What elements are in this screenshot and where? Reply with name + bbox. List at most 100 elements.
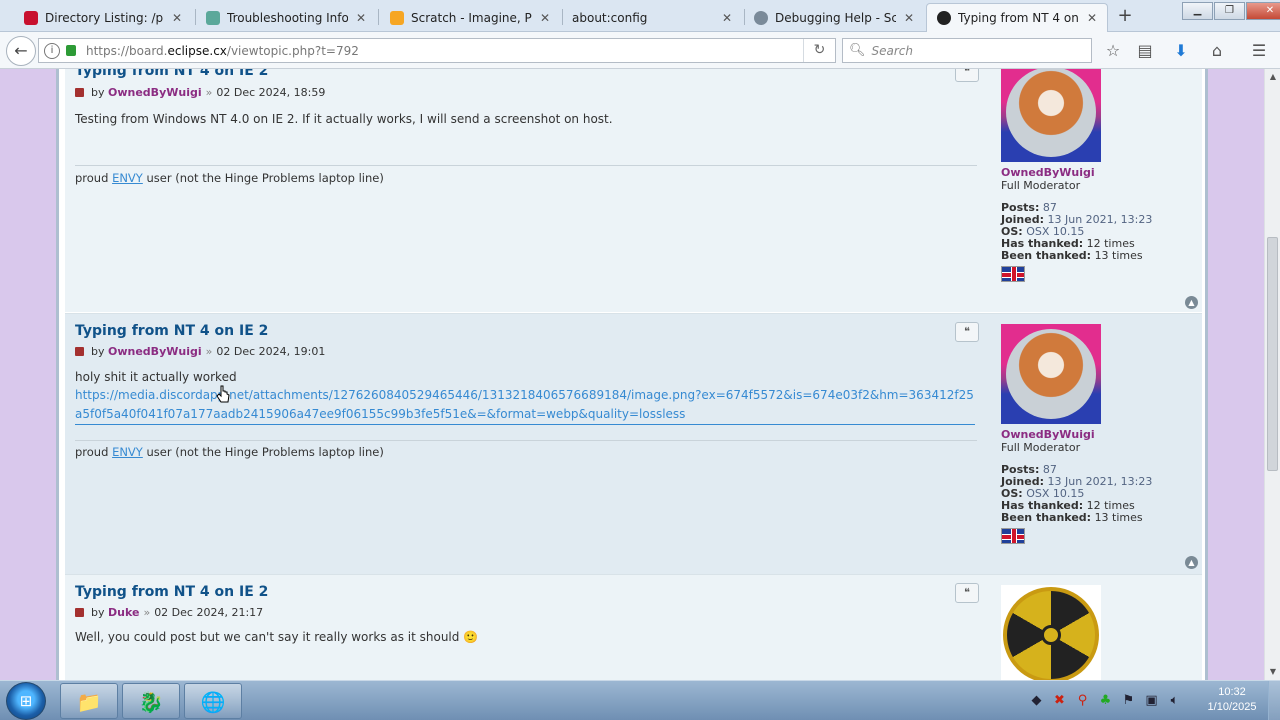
profile-rank: Full Moderator [1001,441,1081,454]
post-author-link[interactable]: Duke [108,606,139,619]
tray-search-icon[interactable]: ⚲ [1074,692,1091,709]
minimize-button[interactable]: ▁ [1182,2,1213,20]
tab-label: Debugging Help - Scra [775,10,896,25]
back-button[interactable]: ← [6,36,36,66]
taskbar: ⊞ 📁 🐉 🌐 ◆ ✖ ⚲ ♣ ⚑ ▣ 🔈︎ 10:32 1/10/2025 [0,680,1280,720]
scroll-down-icon[interactable]: ▼ [1265,664,1280,680]
profile-rank: Full Moderator [1001,179,1081,192]
tab-debugging-help[interactable]: Debugging Help - Scra ✕ [744,3,924,32]
post-date: 02 Dec 2024, 19:01 [216,345,326,358]
post-date: 02 Dec 2024, 18:59 [216,86,326,99]
tab-label: Troubleshooting Infor [227,10,348,25]
bookmark-star-icon[interactable]: ☆ [1102,40,1124,62]
avatar[interactable] [1001,324,1101,424]
tab-close-icon[interactable]: ✕ [1085,11,1099,25]
tab-troubleshooting[interactable]: Troubleshooting Infor ✕ [196,3,376,32]
tab-directory-listing[interactable]: Directory Listing: /pub ✕ [14,3,192,32]
restore-button[interactable]: ❐ [1214,2,1245,20]
profile-username[interactable]: OwnedByWuigi [1001,428,1201,441]
info-icon[interactable]: i [44,42,60,59]
file-explorer-taskbar-icon[interactable]: 📁 [60,683,118,719]
taskbar-clock[interactable]: 10:32 1/10/2025 [1200,685,1264,715]
tab-favicon-icon [754,10,768,25]
back-to-top-icon[interactable]: ▲ [1185,296,1198,309]
tray-close-icon[interactable]: ✖ [1051,692,1068,709]
envy-link[interactable]: ENVY [112,171,143,185]
post-author-link[interactable]: OwnedByWuigi [108,345,202,358]
avatar[interactable] [1001,585,1101,680]
home-icon[interactable]: ⌂ [1206,40,1228,62]
post: Typing from NT 4 on IE 2 ❝ by OwnedByWui… [65,313,1202,574]
post-profile: OwnedByWuigi Full Moderator Posts: 87 Jo… [1001,324,1201,544]
menu-icon[interactable]: ☰ [1248,40,1270,62]
profile-stats: Posts: 87 Joined: 13 Jun 2021, 13:23 OS:… [1001,201,1153,262]
post-title[interactable]: Typing from NT 4 on IE 2 [75,584,268,600]
close-window-button[interactable]: ✕ [1246,2,1280,20]
tab-strip: Directory Listing: /pub ✕ Troubleshootin… [0,0,1280,32]
url-text: https://board.eclipse.cx/viewtopic.php?t… [86,43,359,58]
navigation-bar: ← i https://board.eclipse.cx/viewtopic.p… [0,32,1280,69]
window-controls: ▁ ❐ ✕ [1182,2,1280,20]
tab-close-icon[interactable]: ✕ [538,11,552,25]
page-scrollbar[interactable]: ▲ ▼ [1264,69,1280,680]
post-author-link[interactable]: OwnedByWuigi [108,86,202,99]
tray-leaf-icon[interactable]: ♣ [1097,692,1114,709]
tab-favicon-icon [937,11,951,25]
signature-divider [75,165,977,166]
post-body: holy shit it actually worked [75,370,237,384]
clock-date: 1/10/2025 [1207,701,1257,713]
back-to-top-icon[interactable]: ▲ [1185,556,1198,569]
quote-button[interactable]: ❝ [955,583,979,603]
post-meta: by OwnedByWuigi » 02 Dec 2024, 18:59 [75,86,325,99]
new-tab-button[interactable]: + [1116,6,1134,26]
post-meta: by OwnedByWuigi » 02 Dec 2024, 19:01 [75,345,325,358]
firefox-taskbar-icon[interactable]: 🌐 [184,683,242,719]
post-title[interactable]: Typing from NT 4 on IE 2 [75,323,268,339]
tab-favicon-icon [390,10,404,25]
tab-typing-from-nt4[interactable]: Typing from NT 4 on I ✕ [926,3,1108,32]
smiley-emoji-icon: 🙂 [463,630,479,644]
tray-flag-icon[interactable]: ⚑ [1120,692,1137,709]
post: Typing from NT 4 on IE 2 ❝ by OwnedByWui… [65,69,1202,312]
post-signature: proud ENVY user (not the Hinge Problems … [75,445,384,459]
post-body: Testing from Windows NT 4.0 on IE 2. If … [75,112,613,126]
address-bar[interactable]: i https://board.eclipse.cx/viewtopic.php… [38,38,836,63]
quote-button[interactable]: ❝ [955,69,979,82]
start-button[interactable]: ⊞ [6,682,46,720]
downloads-icon[interactable]: ⬇ [1170,40,1192,62]
profile-username[interactable]: OwnedByWuigi [1001,166,1201,179]
tray-app-icon[interactable]: ◆ [1028,692,1045,709]
post-title[interactable]: Typing from NT 4 on IE 2 [75,69,268,79]
post-icon [75,347,84,356]
reading-list-icon[interactable]: ▤ [1134,40,1156,62]
scroll-up-icon[interactable]: ▲ [1265,69,1280,85]
tray-network-icon[interactable]: ▣ [1143,692,1160,709]
search-input[interactable]: 🔍︎ Search [842,38,1092,63]
lock-icon[interactable] [66,45,76,56]
scrollbar-thumb[interactable] [1267,237,1278,471]
search-icon: 🔍︎ [849,43,866,58]
system-tray: ◆ ✖ ⚲ ♣ ⚑ ▣ 🔈︎ [1028,692,1183,709]
tab-about-config[interactable]: about:config ✕ [562,3,742,32]
post-profile: OwnedByWuigi Full Moderator Posts: 87 Jo… [1001,69,1201,282]
profile-stats: Posts: 87 Joined: 13 Jun 2021, 13:23 OS:… [1001,463,1153,524]
avatar[interactable] [1001,69,1101,162]
post-image-link[interactable]: https://media.discordapp.net/attachments… [75,386,975,425]
tray-volume-icon[interactable]: 🔈︎ [1166,692,1183,709]
tab-close-icon[interactable]: ✕ [354,11,368,25]
app-taskbar-icon[interactable]: 🐉 [122,683,180,719]
envy-link[interactable]: ENVY [112,445,143,459]
post-date: 02 Dec 2024, 21:17 [154,606,264,619]
quote-button[interactable]: ❝ [955,322,979,342]
post-meta: by Duke » 02 Dec 2024, 21:17 [75,606,263,619]
tab-separator [378,9,379,25]
reload-icon[interactable]: ↻ [803,39,835,62]
show-desktop-button[interactable] [1268,681,1280,720]
search-placeholder: Search [871,43,914,58]
tab-scratch[interactable]: Scratch - Imagine, Pro ✕ [380,3,560,32]
tab-close-icon[interactable]: ✕ [170,11,184,25]
tab-label: Directory Listing: /pub [45,10,164,25]
tab-close-icon[interactable]: ✕ [720,11,734,25]
tab-close-icon[interactable]: ✕ [902,11,916,25]
tab-label: Scratch - Imagine, Pro [411,10,532,25]
